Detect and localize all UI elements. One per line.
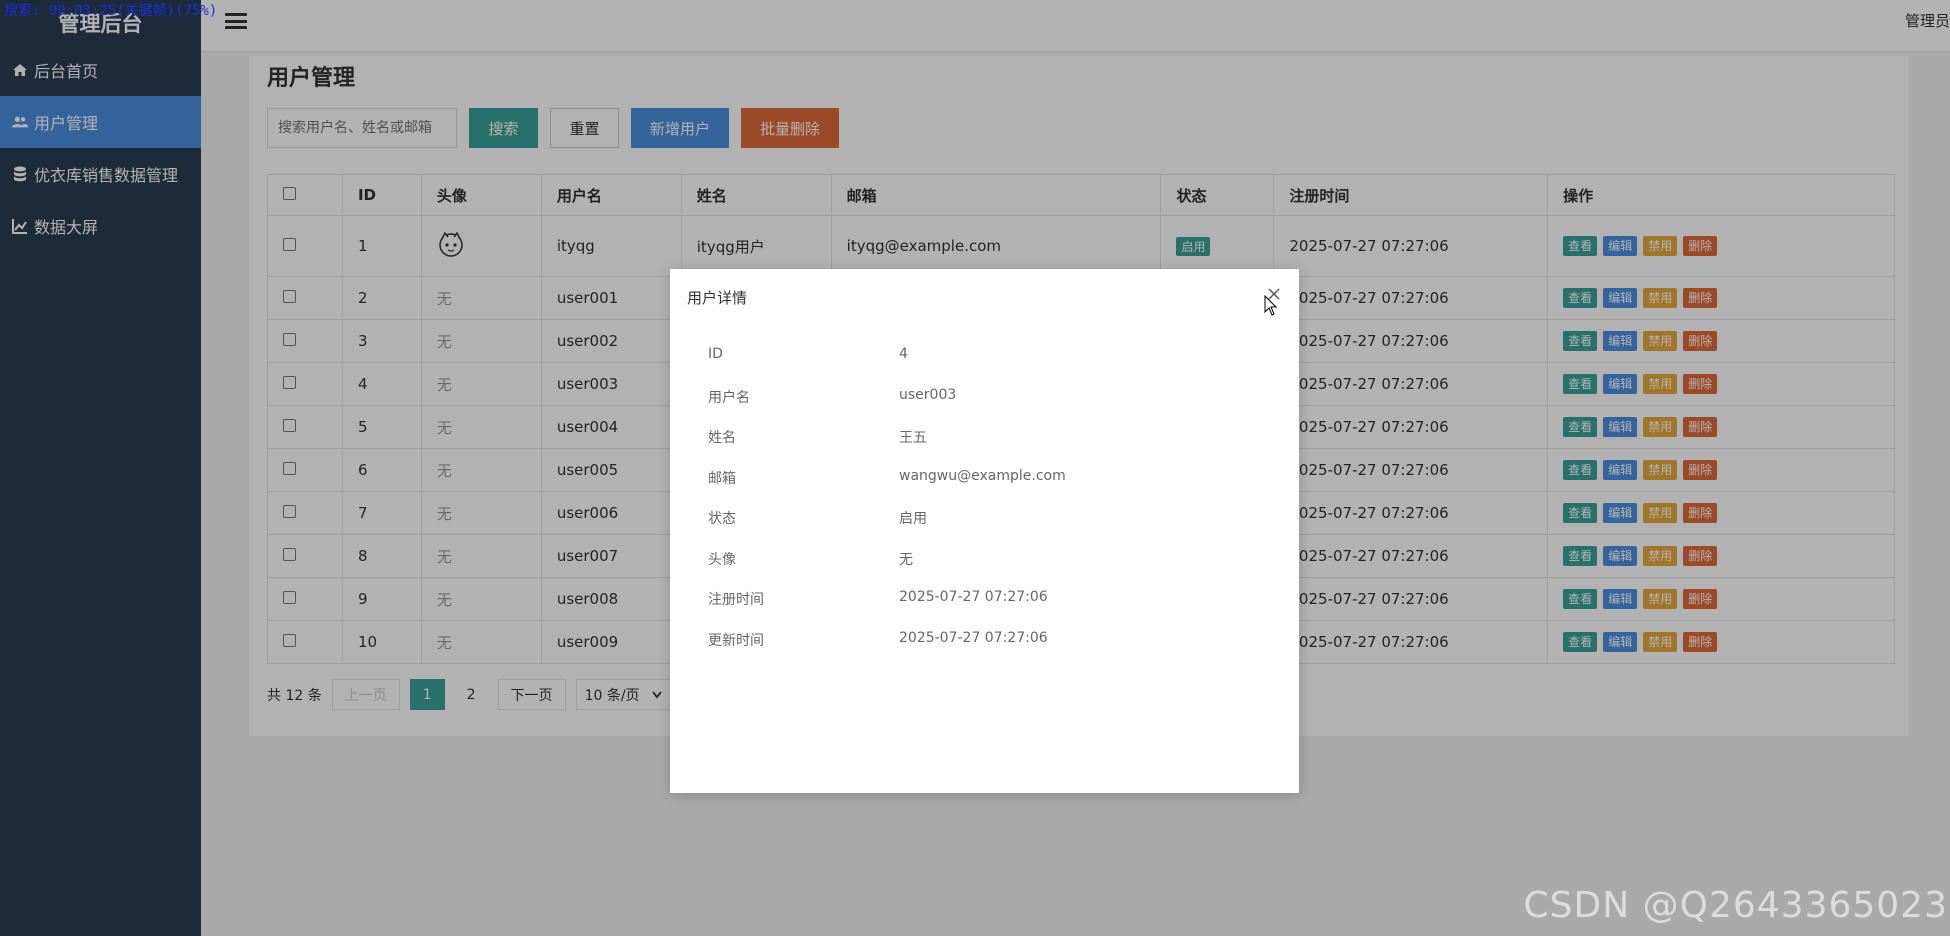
- detail-label: 姓名: [708, 430, 736, 446]
- detail-label: 状态: [708, 511, 736, 527]
- detail-label: 注册时间: [708, 592, 764, 608]
- detail-value: 王五: [899, 430, 927, 446]
- modal-title: 用户详情: [687, 289, 748, 307]
- mouse-cursor-icon: [1264, 295, 1278, 316]
- detail-label: 邮箱: [708, 470, 736, 487]
- detail-value: 2025-07-27 07:27:06: [899, 589, 1048, 605]
- detail-value: 2025-07-27 07:27:06: [899, 629, 1048, 646]
- detail-label: 头像: [708, 551, 736, 568]
- detail-value: user003: [899, 386, 957, 403]
- detail-label: ID: [708, 346, 723, 362]
- detail-value: 启用: [899, 511, 927, 527]
- watermark: CSDN @Q2643365023: [1523, 885, 1948, 926]
- detail-value: 无: [899, 551, 913, 568]
- user-detail-modal: 用户详情 ID 4 用户名 user003 姓名 王五邮箱 wangwu@example.c…: [670, 269, 1299, 793]
- screen-recorder-overlay: 搜索: 00:03:25(关键帧)(75%): [4, 3, 218, 19]
- detail-label: 更新时间: [708, 632, 764, 649]
- detail-value: wangwu@example.com: [899, 467, 1066, 484]
- detail-value: 4: [899, 346, 908, 362]
- detail-label: 用户名: [708, 389, 750, 406]
